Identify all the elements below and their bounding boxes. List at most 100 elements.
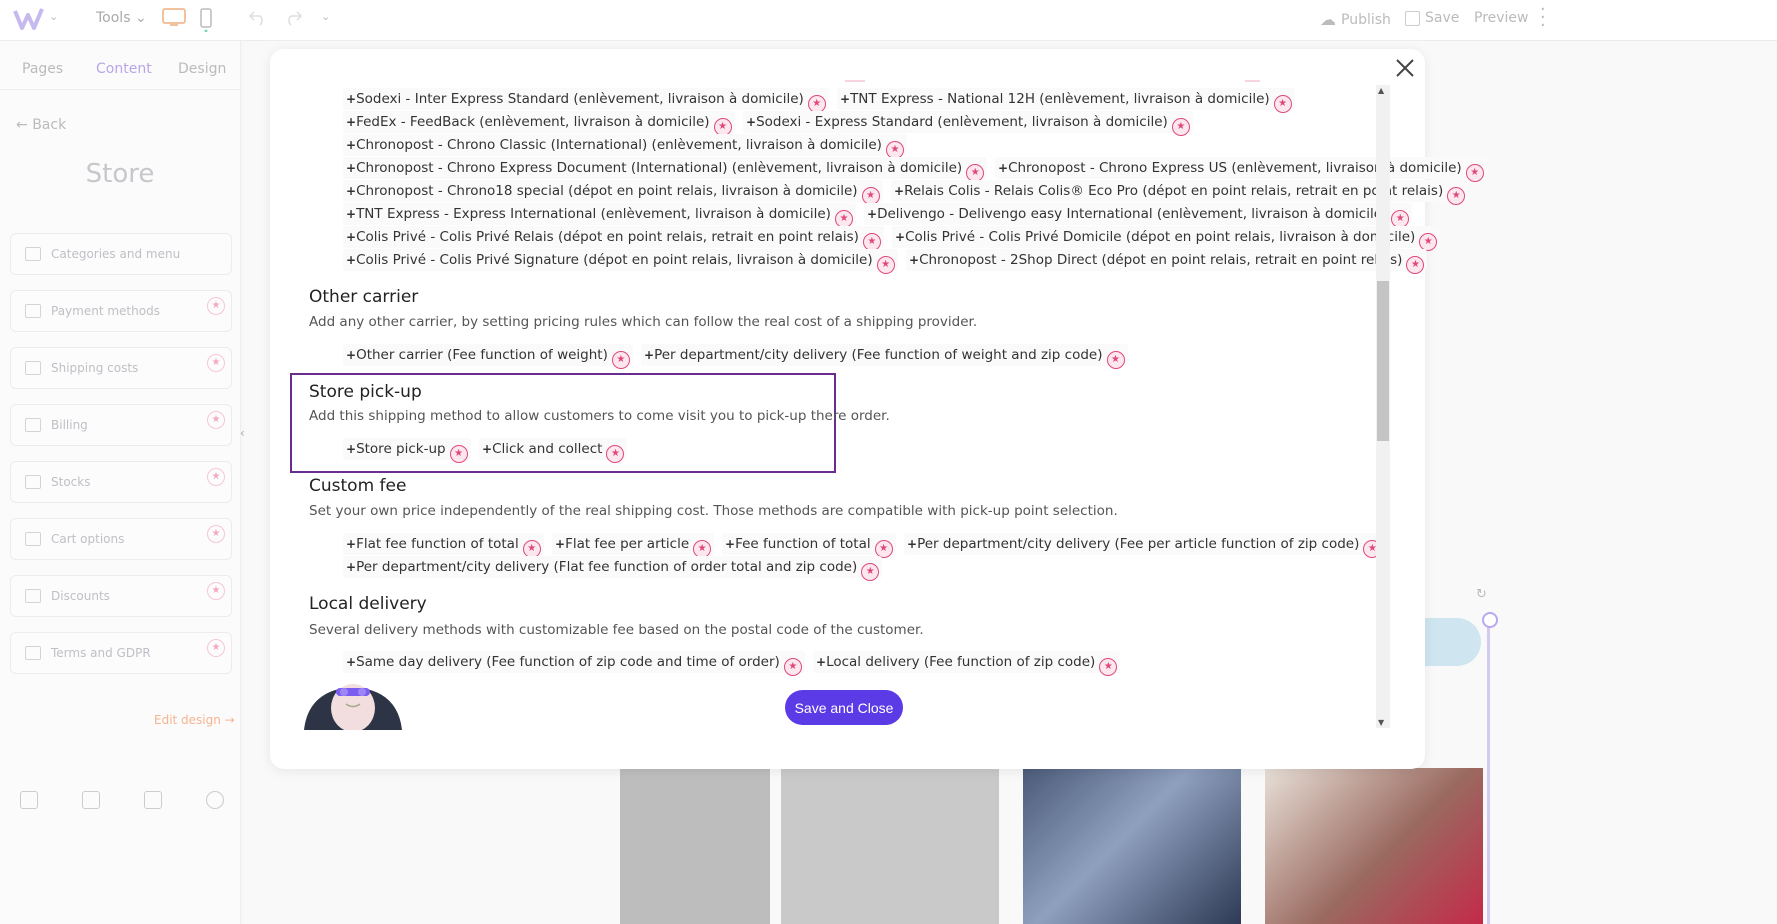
undo-icon[interactable] [248, 8, 268, 26]
plus-icon: + [907, 537, 918, 551]
back-label: Back [32, 117, 67, 133]
layers-icon[interactable] [144, 791, 162, 809]
sidebar-item-cart-options[interactable]: Cart options ★ [10, 518, 232, 560]
shipping-method-chip[interactable]: +Sodexi - Inter Express Standard (enlève… [343, 88, 829, 113]
section-title-custom-fee: Custom fee [309, 476, 407, 496]
preview-button[interactable]: Preview [1474, 10, 1529, 26]
sidebar-item-terms[interactable]: Terms and GDPR ★ [10, 632, 232, 674]
shipping-method-chip[interactable]: +TNT Express - Express International (en… [343, 203, 856, 228]
logo-menu-chevron-icon[interactable]: ⌄ [49, 10, 58, 23]
tag-icon [25, 589, 41, 603]
tools-label: Tools [96, 10, 131, 26]
premium-star-icon: ★ [611, 351, 630, 369]
plus-icon: + [346, 655, 357, 669]
sidebar-item-label: Cart options [51, 532, 125, 546]
chip-label: Chronopost - Chrono18 special (dépot en … [356, 183, 858, 199]
chip-label: FedEx - FeedBack (enlèvement, livraison … [356, 114, 710, 130]
duplicate-icon[interactable] [20, 791, 38, 809]
chip-label: Sodexi - Inter Express Standard (enlèvem… [356, 91, 804, 107]
sidebar-item-payment[interactable]: Payment methods ★ [10, 290, 232, 332]
desktop-view-icon[interactable] [162, 8, 186, 28]
shipping-method-chip[interactable]: +Colis Privé - Colis Privé Domicile (dép… [892, 226, 1441, 251]
section-title-other-carrier: Other carrier [309, 287, 419, 307]
scrollbar-thumb[interactable] [1377, 281, 1389, 441]
sidebar-item-discounts[interactable]: Discounts ★ [10, 575, 232, 617]
shipping-method-chip[interactable]: +Delivengo - Delivengo easy Internationa… [864, 203, 1413, 228]
tab-design[interactable]: Design [178, 61, 226, 77]
chip-label: Colis Privé - Colis Privé Relais (dépot … [356, 229, 859, 245]
document-icon [25, 646, 41, 660]
rotate-icon[interactable]: ↻ [1476, 587, 1487, 602]
sidebar-item-label: Terms and GDPR [51, 646, 151, 660]
chip-label: Local delivery (Fee function of zip code… [826, 654, 1096, 670]
canvas-image [781, 768, 999, 924]
plus-icon: + [346, 92, 357, 106]
resize-handle[interactable] [1482, 612, 1498, 628]
mobile-view-icon[interactable] [199, 8, 213, 32]
canvas-image [620, 768, 770, 924]
close-icon[interactable] [1394, 57, 1416, 79]
shipping-method-chip[interactable]: +Local delivery (Fee function of zip cod… [813, 651, 1121, 676]
shipping-method-chip[interactable]: +Chronopost - Chrono Express Document (I… [343, 157, 988, 182]
history-chevron-icon[interactable]: ⌄ [321, 10, 330, 23]
shipping-method-chip[interactable]: +Colis Privé - Colis Privé Signature (dé… [343, 249, 898, 274]
plus-icon: + [346, 560, 357, 574]
redo-icon[interactable] [283, 8, 303, 26]
plus-icon: + [346, 348, 357, 362]
shipping-method-chip[interactable]: +Chronopost - Chrono Express US (enlèvem… [995, 157, 1487, 182]
page-title: Store [85, 159, 155, 189]
shipping-method-chip[interactable]: +TNT Express - National 12H (enlèvement,… [837, 88, 1295, 113]
scroll-up-arrow-icon[interactable]: ▲ [1378, 86, 1384, 95]
modal-scrollbar[interactable]: ▲ ▼ [1376, 85, 1390, 728]
shipping-method-chip[interactable]: +Per department/city delivery (Flat fee … [343, 556, 883, 581]
save-and-close-button[interactable]: Save and Close [785, 690, 903, 725]
plus-icon: + [346, 184, 357, 198]
premium-star-icon: ★ [207, 582, 225, 600]
scroll-down-arrow-icon[interactable]: ▼ [1378, 718, 1384, 727]
shipping-method-chip[interactable]: +Fee function of total ★ [722, 533, 896, 558]
shipping-method-chip[interactable]: +Per department/city delivery (Fee per a… [904, 533, 1385, 558]
tools-menu[interactable]: Tools ⌄ [96, 10, 147, 26]
trash-icon[interactable] [82, 791, 100, 809]
shipping-method-chip[interactable]: +Same day delivery (Fee function of zip … [343, 651, 805, 676]
edit-design-link[interactable]: Edit design → [154, 713, 235, 727]
plus-icon: + [346, 230, 357, 244]
shipping-method-chip[interactable]: +Chronopost - 2Shop Direct (dépot en poi… [906, 249, 1428, 274]
back-link[interactable]: ← Back [16, 117, 66, 133]
shipping-method-chip[interactable]: +Click and collect ★ [479, 438, 628, 463]
shipping-method-chip[interactable]: +Per department/city delivery (Fee funct… [641, 344, 1128, 369]
save-button[interactable]: Save [1405, 10, 1459, 26]
chip-label: Per department/city delivery (Fee per ar… [917, 536, 1360, 552]
cloud-upload-icon: ☁ [1320, 10, 1336, 29]
arrow-left-icon: ← [16, 117, 28, 133]
sidebar-item-stocks[interactable]: Stocks ★ [10, 461, 232, 503]
shipping-method-chip[interactable]: +Chronopost - Chrono Classic (Internatio… [343, 134, 907, 159]
tabs-divider [0, 89, 240, 90]
sidebar-item-shipping[interactable]: Shipping costs ★ [10, 347, 232, 389]
floppy-disk-icon [1405, 10, 1420, 26]
more-options-icon[interactable]: · · · [1540, 1, 1546, 35]
sidebar-item-categories[interactable]: Categories and menu [10, 233, 232, 275]
shipping-method-chip[interactable]: +FedEx - FeedBack (enlèvement, livraison… [343, 111, 735, 136]
publish-button[interactable]: ☁ Publish [1320, 10, 1391, 29]
section-desc-other-carrier: Add any other carrier, by setting pricin… [309, 314, 978, 330]
card-icon [25, 304, 41, 318]
chip-label: Click and collect [492, 441, 603, 457]
tab-pages[interactable]: Pages [22, 61, 63, 77]
shipping-method-chip[interactable]: +Flat fee per article ★ [552, 533, 715, 558]
shipping-method-chip[interactable]: +Flat fee function of total ★ [343, 533, 544, 558]
plus-icon: + [895, 230, 906, 244]
shipping-method-chip[interactable]: +Other carrier (Fee function of weight) ★ [343, 344, 633, 369]
shipping-method-chip[interactable]: +Store pick-up ★ [343, 438, 471, 463]
shipping-method-chip[interactable]: +Sodexi - Express Standard (enlèvement, … [743, 111, 1193, 136]
chip-label: Per department/city delivery (Flat fee f… [356, 559, 858, 575]
chip-label: Fee function of total [735, 536, 871, 552]
tab-content[interactable]: Content [96, 61, 152, 77]
sidebar-item-billing[interactable]: Billing ★ [10, 404, 232, 446]
shipping-method-chip[interactable]: +Colis Privé - Colis Privé Relais (dépot… [343, 226, 884, 251]
wix-logo-icon[interactable] [12, 6, 50, 34]
sidebar: Pages Content Design ← Back Store Catego… [0, 41, 241, 924]
chip-label: Relais Colis - Relais Colis® Eco Pro (dé… [904, 183, 1444, 199]
eye-icon[interactable] [206, 791, 224, 809]
shipping-method-chip[interactable]: +Chronopost - Chrono18 special (dépot en… [343, 180, 883, 205]
